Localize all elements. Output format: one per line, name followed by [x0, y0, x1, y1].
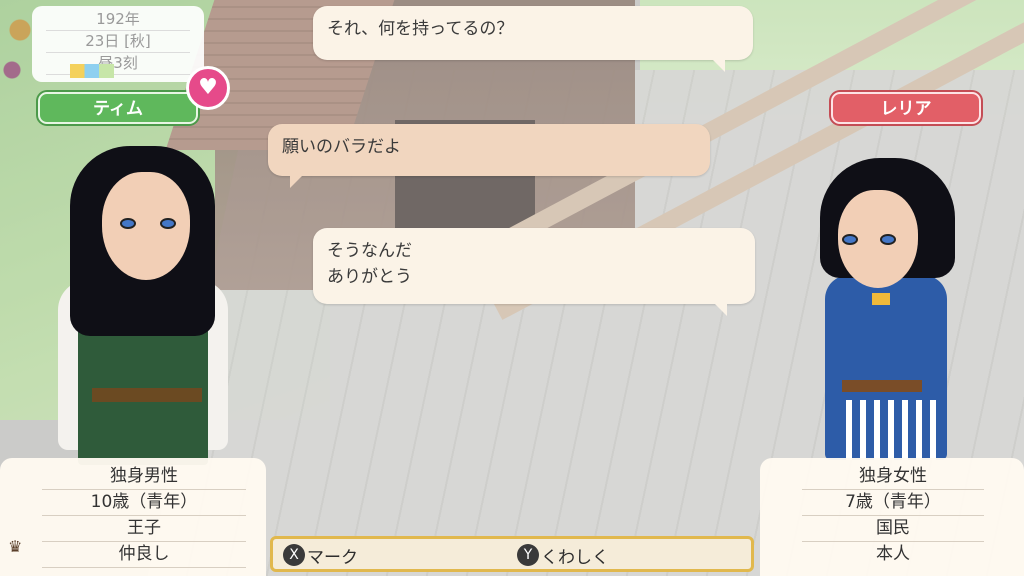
title: 国民 — [802, 516, 984, 542]
heart-icon[interactable]: ♥ — [186, 66, 230, 110]
title: 王子 — [42, 516, 246, 542]
speech-bubble[interactable]: そうなんだ ありがとう — [313, 228, 755, 316]
character-face — [102, 172, 190, 280]
year-label: 192年 — [46, 9, 190, 31]
age: 10歳（青年） — [42, 490, 246, 516]
time-label: 昼3刻 — [46, 53, 190, 75]
character-belt — [92, 388, 202, 402]
marital-status: 独身男性 — [42, 464, 246, 490]
name-tag-left[interactable]: ティム — [38, 92, 198, 124]
age: 7歳（青年） — [802, 490, 984, 516]
dialogue-text-line: そうなんだ — [327, 241, 412, 261]
relationship: 仲良し — [42, 542, 246, 568]
detail-button-label: くわしく — [541, 547, 609, 568]
mark-button[interactable]: X マーク — [283, 543, 358, 568]
character-info-panel-right: 独身女性 7歳（青年） 国民 本人 — [760, 458, 1024, 576]
speech-bubble[interactable]: それ、何を持ってるの？ — [313, 6, 753, 72]
y-button-icon: Y — [517, 544, 539, 566]
character-belt — [842, 380, 922, 392]
season-bar — [70, 64, 114, 78]
detail-button[interactable]: Y くわしく — [517, 543, 609, 568]
crown-icon: ♛ — [8, 537, 23, 556]
character-dress-stripes — [838, 400, 938, 460]
dialogue-text-line: ありがとう — [327, 267, 412, 287]
relationship: 本人 — [876, 544, 910, 564]
date-panel: 192年 23日 [秋] 昼3刻 — [32, 6, 204, 82]
dialogue-text: 願いのバラだよ — [282, 137, 401, 157]
character-eye — [842, 234, 858, 245]
character-eye — [880, 234, 896, 245]
character-info-panel-left: 独身男性 10歳（青年） 王子 仲良し ♛ — [0, 458, 266, 576]
character-eye — [120, 218, 136, 229]
marital-status: 独身女性 — [802, 464, 984, 490]
dialogue-text: それ、何を持ってるの？ — [327, 19, 514, 39]
speech-bubble[interactable]: 願いのバラだよ — [268, 124, 710, 188]
mark-button-label: マーク — [307, 547, 358, 568]
action-button-bar: X マーク Y くわしく — [270, 536, 754, 572]
name-tag-right[interactable]: レリア — [831, 92, 981, 124]
day-label: 23日 [秋] — [46, 31, 190, 53]
character-eye — [160, 218, 176, 229]
x-button-icon: X — [283, 544, 305, 566]
character-bow — [872, 293, 890, 305]
